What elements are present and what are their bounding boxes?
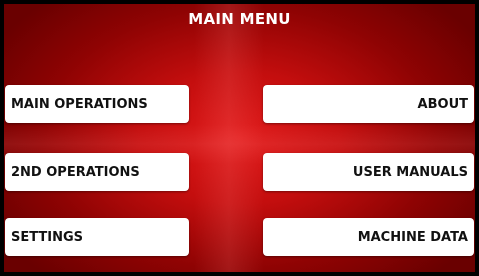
main-menu-screen: MAIN MENU MAIN OPERATIONS 2ND OPERATIONS… [4, 4, 475, 272]
main-operations-button[interactable]: MAIN OPERATIONS [5, 85, 189, 123]
about-button[interactable]: ABOUT [263, 85, 474, 123]
second-operations-button[interactable]: 2ND OPERATIONS [5, 153, 189, 191]
page-title: MAIN MENU [188, 10, 291, 28]
machine-data-button[interactable]: MACHINE DATA [263, 218, 474, 256]
user-manuals-button[interactable]: USER MANUALS [263, 153, 474, 191]
settings-button[interactable]: SETTINGS [5, 218, 189, 256]
